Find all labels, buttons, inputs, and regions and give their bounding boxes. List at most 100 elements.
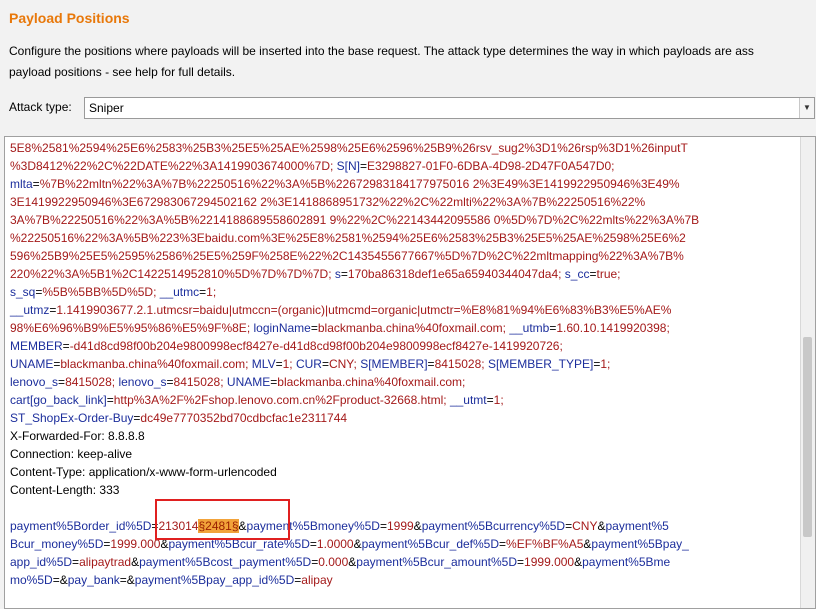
plain-text: =	[58, 375, 66, 389]
param-value: alipay	[301, 573, 333, 587]
request-text[interactable]: 5E8%2581%2594%25E6%2583%25B3%25E5%25AE%2…	[10, 139, 800, 589]
attack-type-select[interactable]: Sniper ▼	[84, 97, 815, 119]
panel-description: Configure the positions where payloads w…	[9, 41, 809, 83]
request-line: MEMBER=-d41d8cd98f00b204e9800998ecf8427e…	[10, 337, 800, 355]
request-line: 220%22%3A%5B1%2C1422514952810%5D%7D%7D%7…	[10, 265, 800, 283]
param-key: loginName	[253, 321, 311, 335]
param-value: 1.0000	[316, 537, 354, 551]
plain-text: =	[360, 159, 368, 173]
dropdown-arrow-icon[interactable]: ▼	[799, 98, 814, 118]
param-value: true;	[596, 267, 621, 281]
plain-text: =	[62, 339, 70, 353]
param-key: mo%5D	[10, 573, 53, 587]
param-value: %22250516%22%3A%5B%223%3Ebaidu.com%3E%25…	[10, 231, 686, 245]
param-value: -d41d8cd98f00b204e9800998ecf8427e-d41d8c…	[69, 339, 563, 353]
plain-text: =	[486, 393, 494, 407]
plain-text: =	[72, 555, 80, 569]
param-key: pay_bank	[67, 573, 120, 587]
param-key: __utmc	[159, 285, 200, 299]
param-key: UNAME	[10, 357, 54, 371]
scrollbar-thumb[interactable]	[803, 337, 812, 537]
plain-text: &	[131, 555, 140, 569]
plain-text: X-Forwarded-For: 8.8.8.8	[10, 429, 145, 443]
param-value: alipaytrad	[79, 555, 132, 569]
plain-text: &	[574, 555, 583, 569]
param-key: UNAME	[226, 375, 271, 389]
request-editor[interactable]: 5E8%2581%2594%25E6%2583%25B3%25E5%25AE%2…	[4, 136, 816, 609]
request-line: mlta=%7B%22mltn%22%3A%7B%22250516%22%3A%…	[10, 175, 800, 193]
param-key: payment%5Border_id%5D	[10, 519, 152, 533]
param-value: 3E1419922950946%3E672983067294502162 2%3…	[10, 195, 646, 209]
plain-text: &	[353, 537, 362, 551]
request-line: payment%5Border_id%5D=213014§2481§&payme…	[10, 517, 800, 535]
param-key: __utmb	[509, 321, 550, 335]
request-line: UNAME = blackmanba.china%40foxmail.com; ML…	[10, 355, 800, 373]
request-line	[10, 499, 800, 517]
request-line: X-Forwarded-For: 8.8.8.8	[10, 427, 800, 445]
param-value: 596%25B9%25E5%2595%2586%25E5%259F%258E%2…	[10, 249, 684, 263]
param-value: dc49e7770352bd70cdbcfac1e2311744	[140, 411, 348, 425]
param-value: %5B%5BB%5D%5D;	[42, 285, 160, 299]
plain-text: =	[309, 537, 317, 551]
plain-text: =	[52, 573, 60, 587]
param-value: 1999	[386, 519, 414, 533]
plain-text: =	[32, 177, 40, 191]
param-key: payment%5Bpay_	[591, 537, 689, 551]
request-line: 3A%7B%22250516%22%3A%5B%2214188689558602…	[10, 211, 800, 229]
plain-text: &	[413, 519, 422, 533]
description-line-1: Configure the positions where payloads w…	[9, 44, 754, 58]
param-key: payment%5Bme	[582, 555, 671, 569]
plain-text: &	[59, 573, 68, 587]
plain-text: =	[379, 519, 387, 533]
param-value: %3D8412%22%2C%22DATE%22%3A1419903674000%…	[10, 159, 337, 173]
request-line: 596%25B9%25E5%2595%2586%25E5%259F%258E%2…	[10, 247, 800, 265]
plain-text: =	[517, 555, 525, 569]
panel-title: Payload Positions	[9, 10, 130, 26]
request-line: Content-Length: 333	[10, 481, 800, 499]
param-key: s_sq	[10, 285, 36, 299]
param-key: S[N]	[336, 159, 361, 173]
attack-type-value: Sniper	[89, 101, 124, 115]
param-value: blackmanba.china%40foxmail.com;	[317, 321, 510, 335]
param-key: mlta	[10, 177, 33, 191]
param-value: 1999.000	[110, 537, 161, 551]
param-key: __utmz	[10, 303, 50, 317]
plain-text: =	[166, 375, 174, 389]
plain-text: Content-Length: 333	[10, 483, 120, 497]
param-key: lenovo_s	[118, 375, 167, 389]
param-key: __utmt	[449, 393, 487, 407]
attack-type-label: Attack type:	[9, 100, 72, 114]
param-value: 1.1419903677.2.1.utmcsr=baidu|utmccn=(or…	[56, 303, 672, 317]
request-line: ST_ShopEx-Order-Buy=dc49e7770352bd70cdbc…	[10, 409, 800, 427]
request-line: __utmz=1.1419903677.2.1.utmcsr=baidu|utm…	[10, 301, 800, 319]
param-key: ST_ShopEx-Order-Buy	[10, 411, 134, 425]
param-value: 0.000	[318, 555, 349, 569]
description-line-2: payload positions - see help for full de…	[9, 65, 236, 79]
param-key: payment%5Bcur_amount%5D	[356, 555, 518, 569]
param-value: 5E8%2581%2594%25E6%2583%25B3%25E5%25AE%2…	[10, 141, 688, 155]
plain-text: =	[119, 573, 127, 587]
plain-text: =	[589, 267, 597, 281]
param-value: CNY	[572, 519, 598, 533]
param-key: S[MEMBER_TYPE]	[487, 357, 594, 371]
param-value: 220%22%3A%5B1%2C1422514952810%5D%7D%7D%7…	[10, 267, 335, 281]
request-line: mo%5D=&pay_bank=&payment%5Bpay_app_id%5D…	[10, 571, 800, 589]
plain-text: =	[275, 357, 283, 371]
plain-text: Connection: keep-alive	[10, 447, 133, 461]
param-key: MEMBER	[10, 339, 63, 353]
param-value: %EF%BF%A5	[506, 537, 584, 551]
param-key: Bcur_money%5D	[10, 537, 104, 551]
param-value: 3A%7B%22250516%22%3A%5B%2214188689558602…	[10, 213, 700, 227]
editor-scrollbar[interactable]	[800, 137, 815, 608]
request-line: Bcur_money%5D=1999.000&payment%5Bcur_rat…	[10, 535, 800, 553]
param-key: MLV	[251, 357, 276, 371]
payload-highlight-box	[155, 499, 290, 540]
param-value: 1;	[600, 357, 611, 371]
param-key: cart[go_back_link]	[10, 393, 107, 407]
param-value: 8415028;	[65, 375, 119, 389]
param-value: 8415028;	[173, 375, 227, 389]
plain-text: &	[126, 573, 135, 587]
request-line: s_sq=%5B%5BB%5D%5D; __utmc=1;	[10, 283, 800, 301]
param-value: http%3A%2F%2Fshop.lenovo.com.cn%2Fproduc…	[113, 393, 450, 407]
param-key: payment%5Bpay_app_id%5D	[134, 573, 295, 587]
